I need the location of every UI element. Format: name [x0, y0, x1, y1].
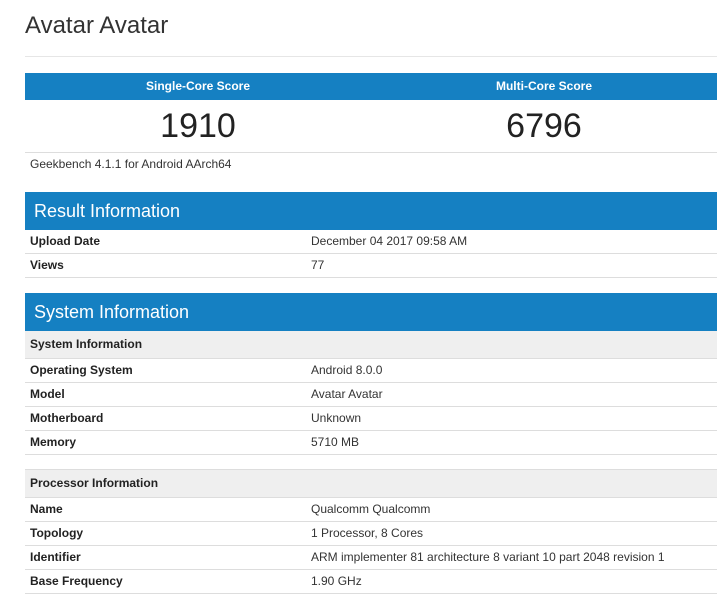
title-divider	[25, 56, 717, 57]
info-row-views: Views 77	[25, 254, 717, 278]
multi-core-score-label: Multi-Core Score	[495, 79, 592, 93]
info-row-processor-name: Name Qualcomm Qualcomm	[25, 498, 717, 522]
info-label: Operating System	[30, 363, 133, 377]
info-label: Motherboard	[30, 411, 104, 425]
result-information-section: Result Information Upload Date December …	[25, 192, 717, 278]
info-row-operating-system: Operating System Android 8.0.0	[25, 359, 717, 383]
info-label: Base Frequency	[30, 574, 123, 588]
info-row-memory: Memory 5710 MB	[25, 431, 717, 455]
info-value: Qualcomm Qualcomm	[311, 502, 431, 516]
info-label: Model	[30, 387, 65, 401]
info-label: Views	[30, 258, 64, 272]
info-value: 5710 MB	[311, 435, 360, 449]
info-value: Android 8.0.0	[311, 363, 383, 377]
info-value: 1.90 GHz	[311, 574, 362, 588]
single-core-score-label: Single-Core Score	[145, 79, 251, 93]
page-title: Avatar Avatar	[25, 12, 169, 39]
system-information-section: System Information System Information Op…	[25, 293, 717, 594]
info-value: 1 Processor, 8 Cores	[311, 526, 424, 540]
info-label: Upload Date	[30, 234, 101, 248]
info-value: ARM implementer 81 architecture 8 varian…	[311, 550, 665, 564]
info-row-identifier: Identifier ARM implementer 81 architectu…	[25, 546, 717, 570]
info-label: Identifier	[30, 550, 81, 564]
info-label: Name	[30, 502, 63, 516]
info-row-upload-date: Upload Date December 04 2017 09:58 AM	[25, 230, 717, 254]
info-row-topology: Topology 1 Processor, 8 Cores	[25, 522, 717, 546]
multi-core-score-value: 6796	[506, 107, 582, 145]
info-value: 77	[311, 258, 325, 272]
single-core-score-value: 1910	[160, 107, 236, 145]
result-information-header: Result Information	[25, 192, 717, 230]
score-values-row: 1910 6796	[25, 100, 717, 153]
info-label: Topology	[30, 526, 84, 540]
score-table: Single-Core Score Multi-Core Score 1910 …	[25, 73, 717, 153]
system-information-subhead: System Information	[25, 331, 717, 359]
system-information-header: System Information	[25, 293, 717, 331]
processor-information-subhead: Processor Information	[25, 470, 717, 498]
benchmark-version: Geekbench 4.1.1 for Android AArch64	[30, 157, 232, 171]
info-label: Memory	[30, 435, 77, 449]
info-value: December 04 2017 09:58 AM	[311, 234, 468, 248]
section-spacer	[25, 455, 717, 470]
info-value: Unknown	[311, 411, 362, 425]
info-value: Avatar Avatar	[311, 387, 383, 401]
info-row-model: Model Avatar Avatar	[25, 383, 717, 407]
info-row-motherboard: Motherboard Unknown	[25, 407, 717, 431]
score-table-header: Single-Core Score Multi-Core Score	[25, 73, 717, 100]
info-row-base-frequency: Base Frequency 1.90 GHz	[25, 570, 717, 594]
